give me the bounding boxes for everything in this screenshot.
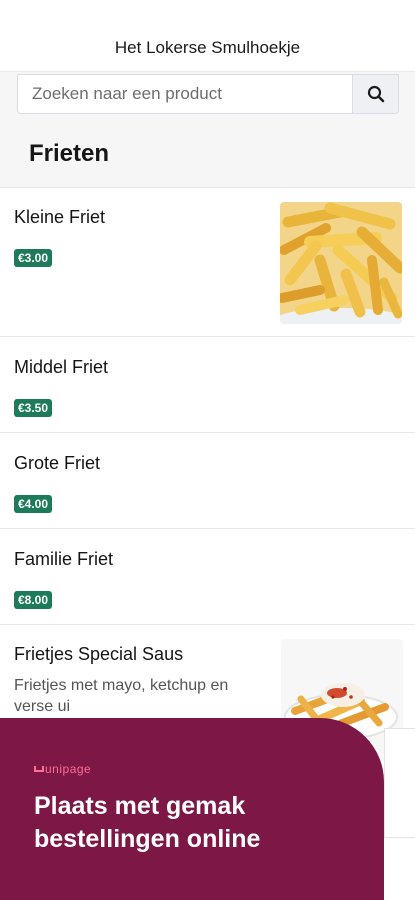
search-icon (367, 85, 384, 103)
top-bar: Het Lokerse Smulhoekje (0, 0, 415, 72)
unipage-logo: unipage (34, 762, 91, 776)
logo-text: unipage (45, 762, 92, 776)
promo-banner[interactable]: unipage Plaats met gemak bestellingen on… (0, 718, 384, 900)
restaurant-title: Het Lokerse Smulhoekje (114, 38, 301, 57)
side-card (356, 728, 415, 838)
product-item-middel-friet[interactable]: Middel Friet €3.50 (0, 337, 415, 433)
product-description: Frietjes met mayo, ketchup en verse ui (14, 677, 229, 715)
search-section: Frieten (0, 72, 415, 188)
logo-mark-icon (34, 766, 44, 772)
search-box (17, 74, 399, 114)
product-name: Grote Friet (14, 453, 101, 473)
price-badge: €4.00 (14, 495, 53, 513)
search-input[interactable] (18, 75, 352, 113)
category-title: Frieten (29, 140, 110, 167)
price-badge: €8.00 (14, 591, 53, 609)
price-badge: €3.50 (14, 399, 53, 417)
product-item-kleine-friet[interactable]: Kleine Friet €3.00 (0, 188, 415, 337)
promo-headline: Plaats met gemak bestellingen online (34, 792, 261, 853)
search-button[interactable] (352, 75, 398, 113)
product-name: Frietjes Special Saus (14, 644, 184, 664)
price-badge: €3.00 (14, 249, 53, 267)
product-name: Kleine Friet (14, 207, 106, 227)
product-image-fries[interactable] (280, 202, 402, 324)
product-item-familie-friet[interactable]: Familie Friet €8.00 (0, 529, 415, 625)
product-name: Middel Friet (14, 357, 109, 377)
product-item-grote-friet[interactable]: Grote Friet €4.00 (0, 433, 415, 529)
product-name: Familie Friet (14, 549, 114, 569)
